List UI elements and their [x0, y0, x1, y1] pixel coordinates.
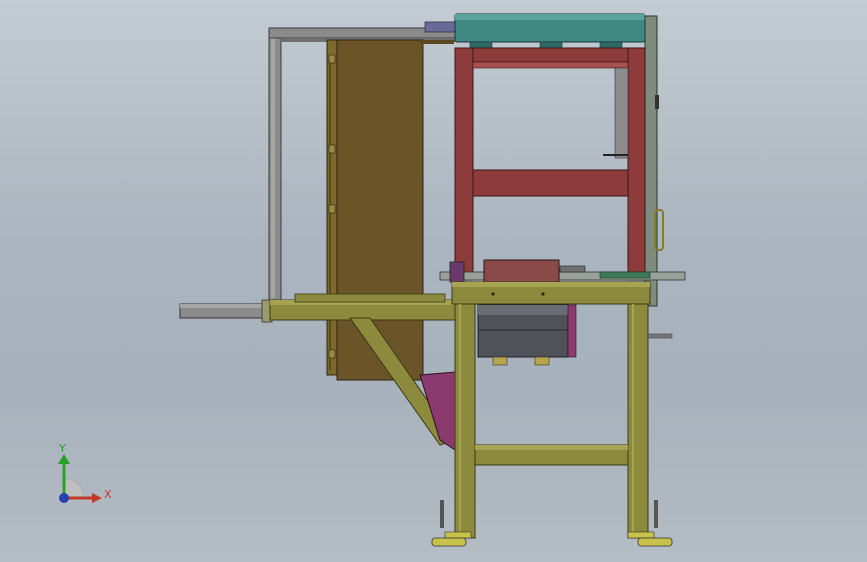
x-axis-arrow-icon [92, 493, 102, 503]
cad-viewport[interactable]: Y X [0, 0, 867, 562]
y-axis-label: Y [58, 442, 66, 455]
z-axis-dot-icon [59, 493, 69, 503]
machine-model[interactable] [0, 0, 867, 562]
y-axis-arrow-icon [58, 454, 70, 464]
hopper-panel [326, 39, 454, 381]
axis-triad: Y X [58, 442, 112, 503]
motor-unit [477, 304, 577, 366]
x-axis-label: X [104, 488, 112, 501]
olive-support-frame [269, 281, 673, 539]
red-inner-frame [454, 47, 664, 281]
side-arm [179, 299, 273, 323]
